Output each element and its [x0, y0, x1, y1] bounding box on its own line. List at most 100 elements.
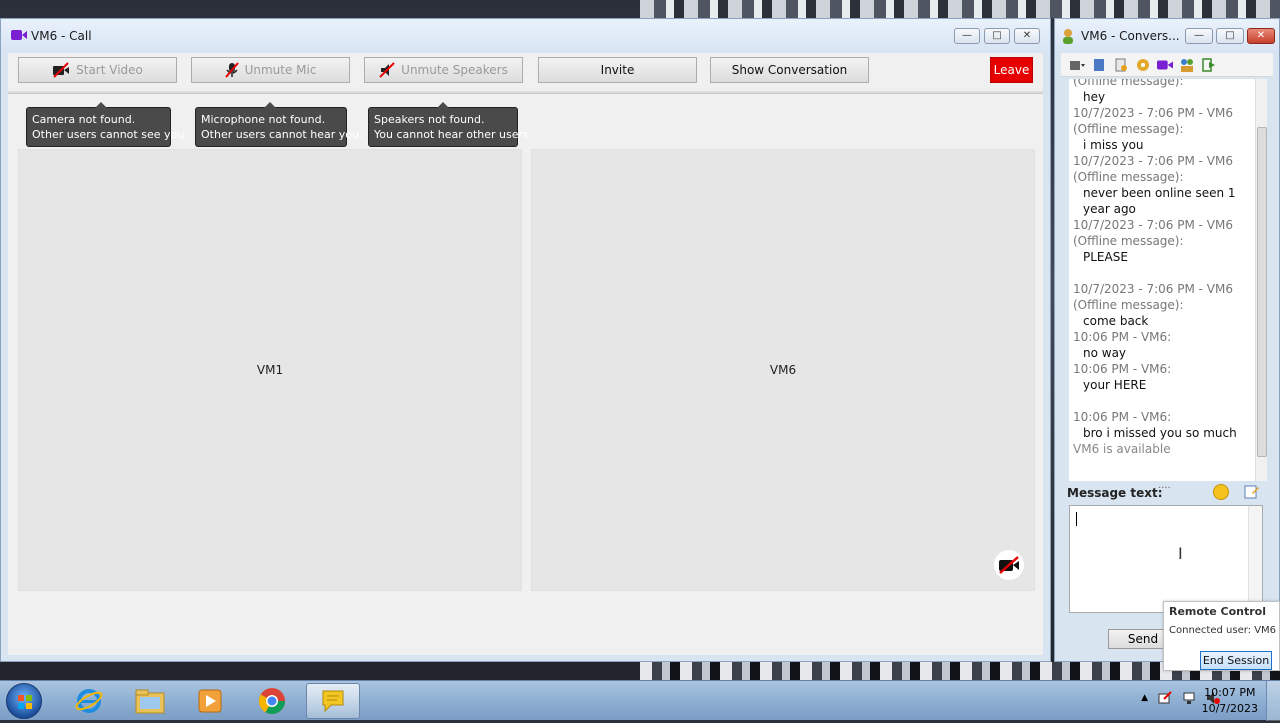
network-icon[interactable] — [1182, 691, 1196, 705]
camera-off-indicator — [994, 550, 1024, 580]
message-text: bro i missed you so much — [1083, 426, 1237, 440]
message-header: 10/7/2023 - 7:06 PM - VM6 — [1073, 154, 1233, 168]
message-header: 10/7/2023 - 7:06 PM - VM6 — [1073, 106, 1233, 120]
speakers-tooltip-line2: You cannot hear other users. — [374, 128, 533, 141]
call-window: VM6 - Call — □ ✕ Start Video Unmute Mic — [0, 18, 1051, 662]
message-item: 10/7/2023 - 7:06 PM - VM6 (Offline messa… — [1073, 153, 1251, 217]
message-item: (Offline message): hey — [1073, 79, 1251, 105]
end-session-button[interactable]: End Session — [1200, 651, 1272, 670]
remote-control-popup: Remote Control Connected user: VM6 End S… — [1163, 601, 1280, 671]
minimize-button[interactable]: — — [954, 28, 980, 44]
message-text: no way — [1083, 346, 1127, 360]
message-header: (Offline message): — [1073, 170, 1184, 184]
presence-status: VM6 is available — [1073, 442, 1171, 456]
microphone-tooltip: Microphone not found. Other users cannot… — [195, 102, 363, 147]
video-off-icon — [999, 556, 1019, 574]
message-header: 10/7/2023 - 7:06 PM - VM6 — [1073, 218, 1233, 232]
exit-icon[interactable] — [1201, 57, 1217, 73]
microphone-tooltip-line2: Other users cannot hear you. — [201, 128, 363, 141]
message-item: 10:06 PM - VM6: your HERE — [1073, 361, 1251, 393]
mic-off-icon — [224, 62, 239, 78]
show-hidden-icons-icon[interactable]: ▲ — [1141, 693, 1148, 703]
message-input-scrollbar[interactable] — [1248, 506, 1262, 612]
show-desktop-button[interactable] — [1266, 681, 1280, 721]
leave-button[interactable]: Leave — [990, 57, 1033, 83]
tile-label: VM6 — [769, 363, 797, 377]
conversation-window-title: VM6 - Convers... — [1081, 29, 1180, 43]
microphone-tooltip-line1: Microphone not found. — [201, 113, 326, 126]
unmute-mic-button[interactable]: Unmute Mic — [191, 57, 350, 83]
format-icon[interactable] — [1244, 484, 1260, 500]
close-button[interactable]: ✕ — [1247, 28, 1275, 44]
minimize-button[interactable]: — — [1185, 28, 1213, 44]
internet-explorer-icon — [75, 689, 103, 713]
message-header: (Offline message): — [1073, 122, 1184, 136]
message-header: (Offline message): — [1073, 234, 1184, 248]
text-caret — [1076, 512, 1077, 526]
message-item: 10/7/2023 - 7:06 PM - VM6 (Offline messa… — [1073, 281, 1251, 329]
maximize-button[interactable]: □ — [984, 28, 1010, 44]
close-button[interactable]: ✕ — [1014, 28, 1040, 44]
send-file-icon[interactable] — [1113, 57, 1129, 73]
taskbar-file-explorer[interactable] — [123, 683, 177, 719]
message-item: 10/7/2023 - 7:06 PM - VM6 (Offline messa… — [1073, 105, 1251, 153]
media-player-icon — [198, 689, 222, 713]
video-call-icon[interactable] — [1157, 57, 1173, 73]
unmute-speakers-label: Unmute Speakers — [401, 63, 508, 77]
video-off-icon — [53, 62, 70, 78]
remote-control-icon[interactable] — [1135, 57, 1151, 73]
maximize-button[interactable]: □ — [1216, 28, 1244, 44]
message-header: 10:06 PM - VM6: — [1073, 330, 1172, 344]
call-titlebar[interactable]: VM6 - Call — □ ✕ — [1, 19, 1050, 53]
chat-bubble-icon — [322, 690, 344, 713]
clock-time: 10:07 PM — [1204, 686, 1256, 699]
message-text: i miss you — [1083, 138, 1144, 152]
unmute-speakers-button[interactable]: Unmute Speakers — [364, 57, 523, 83]
start-button[interactable] — [6, 683, 42, 719]
ibeam-cursor-icon: I — [1178, 544, 1183, 563]
start-video-button[interactable]: Start Video — [18, 57, 177, 83]
scrollbar-thumb[interactable] — [1257, 127, 1267, 457]
options-icon[interactable] — [1069, 57, 1085, 73]
remote-control-title: Remote Control — [1169, 605, 1266, 618]
windows-logo-icon — [18, 695, 32, 709]
video-tile-vm6[interactable]: VM6 — [531, 149, 1035, 591]
message-scrollbar[interactable] — [1255, 79, 1267, 481]
action-center-icon[interactable] — [1158, 691, 1172, 705]
system-clock[interactable]: 10:07 PM 10/7/2023 — [1202, 685, 1258, 717]
taskbar-media-player[interactable] — [183, 683, 237, 719]
desktop-wallpaper — [640, 0, 1280, 18]
call-window-title: VM6 - Call — [31, 29, 92, 43]
message-header: (Offline message): — [1073, 298, 1184, 312]
message-text-label: Message text: — [1067, 486, 1163, 500]
camera-tooltip-line1: Camera not found. — [32, 113, 136, 126]
video-tile-vm1[interactable]: VM1 — [18, 149, 522, 591]
message-history[interactable]: (Offline message): hey 10/7/2023 - 7:06 … — [1069, 79, 1255, 481]
message-header: (Offline message): — [1073, 79, 1184, 88]
user-icon — [1063, 29, 1073, 44]
emoji-icon[interactable] — [1213, 484, 1229, 500]
speakers-tooltip: Speakers not found. You cannot hear othe… — [368, 102, 533, 147]
call-body: Start Video Unmute Mic Unmute Speakers I… — [8, 53, 1043, 655]
invite-button[interactable]: Invite — [538, 57, 697, 83]
conversation-titlebar[interactable]: VM6 - Convers... — □ ✕ — [1055, 19, 1279, 53]
message-text: year ago — [1083, 202, 1136, 216]
history-icon[interactable] — [1091, 57, 1107, 73]
camera-tooltip-line2: Other users cannot see you. — [32, 128, 188, 141]
message-header: 10/7/2023 - 7:06 PM - VM6 — [1073, 282, 1233, 296]
message-item: 10/7/2023 - 7:06 PM - VM6 (Offline messa… — [1073, 217, 1251, 265]
add-contact-icon[interactable] — [1179, 57, 1195, 73]
speaker-off-icon — [379, 62, 395, 78]
video-camera-icon — [11, 30, 27, 40]
folder-icon — [135, 689, 165, 714]
connected-user-text: Connected user: VM6 — [1169, 625, 1277, 636]
unmute-mic-label: Unmute Mic — [244, 63, 317, 77]
taskbar-internet-explorer[interactable] — [62, 683, 116, 719]
show-conversation-button[interactable]: Show Conversation — [710, 57, 869, 83]
message-text: PLEASE — [1083, 250, 1128, 264]
taskbar-messenger[interactable] — [306, 683, 360, 719]
message-input[interactable] — [1069, 505, 1263, 613]
start-video-label: Start Video — [76, 63, 143, 77]
taskbar-chrome[interactable] — [245, 683, 299, 719]
message-item: 10:06 PM - VM6: bro i missed you so much — [1073, 409, 1251, 441]
